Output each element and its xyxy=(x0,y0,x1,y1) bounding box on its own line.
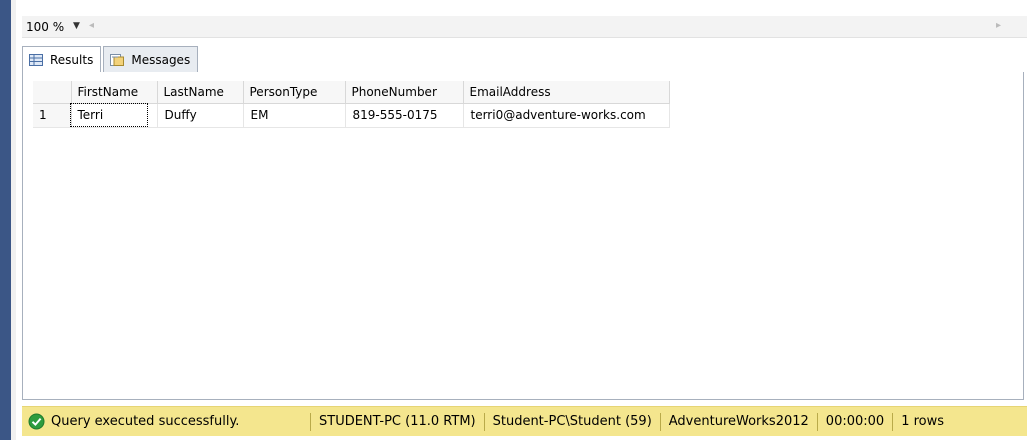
column-header[interactable]: FirstName xyxy=(71,81,158,104)
results-grid-area: FirstName LastName PersonType PhoneNumbe… xyxy=(22,72,1024,400)
row-number-header xyxy=(33,81,72,104)
results-grid: FirstName LastName PersonType PhoneNumbe… xyxy=(33,81,670,128)
grid-cell-selected[interactable]: Terri xyxy=(69,103,158,128)
table-row[interactable]: 1 Terri Duffy EM 819-555-0175 terri0@adv… xyxy=(33,103,670,128)
status-user: Student-PC\Student (59) xyxy=(483,412,660,431)
column-header[interactable]: EmailAddress xyxy=(463,81,670,104)
column-header[interactable]: PersonType xyxy=(243,81,346,104)
results-tabs: Results Messages xyxy=(22,46,200,73)
column-header[interactable]: PhoneNumber xyxy=(345,81,464,104)
grid-icon xyxy=(29,54,43,66)
checkmark-icon xyxy=(28,413,45,430)
zoom-scroll-row: 100 % ▼ ◂ ▸ xyxy=(22,16,1027,38)
column-header[interactable]: LastName xyxy=(157,81,244,104)
grid-header-row: FirstName LastName PersonType PhoneNumbe… xyxy=(33,81,670,104)
status-server: STUDENT-PC (11.0 RTM) xyxy=(310,412,484,431)
tab-messages[interactable]: Messages xyxy=(103,46,199,72)
messages-icon xyxy=(110,53,125,66)
status-bar: Query executed successfully. STUDENT-PC … xyxy=(22,406,1027,436)
cell-value: Terri xyxy=(69,103,148,127)
scroll-left-icon[interactable]: ◂ xyxy=(89,20,94,31)
status-message: Query executed successfully. xyxy=(22,413,310,430)
status-rows: 1 rows xyxy=(892,412,952,431)
row-number[interactable]: 1 xyxy=(33,103,72,128)
left-gutter xyxy=(11,0,16,440)
grid-cell[interactable]: terri0@adventure-works.com xyxy=(463,103,670,128)
scroll-right-icon[interactable]: ▸ xyxy=(996,20,1001,31)
grid-cell[interactable]: EM xyxy=(243,103,346,128)
zoom-level[interactable]: 100 % xyxy=(26,20,64,34)
tab-results[interactable]: Results xyxy=(22,46,102,73)
tab-results-label: Results xyxy=(50,53,94,67)
status-elapsed: 00:00:00 xyxy=(816,412,892,431)
status-message-text: Query executed successfully. xyxy=(51,414,240,429)
left-window-edge xyxy=(0,0,11,440)
zoom-dropdown-icon[interactable]: ▼ xyxy=(73,21,80,31)
tab-messages-label: Messages xyxy=(131,52,191,67)
grid-cell[interactable]: 819-555-0175 xyxy=(345,103,464,128)
status-database: AdventureWorks2012 xyxy=(659,412,817,431)
grid-cell[interactable]: Duffy xyxy=(157,103,244,128)
